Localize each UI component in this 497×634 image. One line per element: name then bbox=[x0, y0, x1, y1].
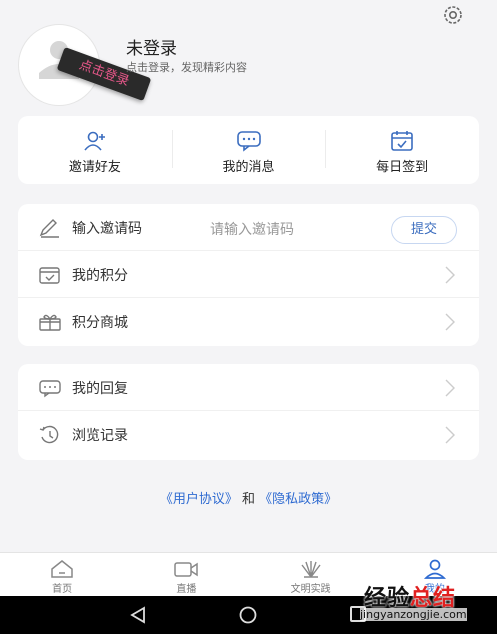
calendar-check-icon bbox=[391, 131, 413, 151]
submit-button[interactable]: 提交 bbox=[391, 216, 457, 244]
video-camera-icon bbox=[174, 562, 199, 577]
chevron-right-icon bbox=[445, 379, 455, 397]
policy-and-text: 和 bbox=[241, 492, 255, 507]
points-mall-label: 积分商城 bbox=[72, 315, 128, 331]
browse-history-row[interactable]: 浏览记录 bbox=[18, 411, 479, 457]
gift-icon bbox=[39, 314, 61, 331]
privacy-policy-link[interactable]: 《隐私政策》 bbox=[259, 492, 337, 507]
invite-friends-button[interactable]: 邀请好友 bbox=[18, 116, 172, 184]
watermark-url: jingyanzongjie.com bbox=[360, 608, 467, 621]
chevron-right-icon bbox=[445, 426, 455, 444]
daily-checkin-button[interactable]: 每日签到 bbox=[325, 116, 479, 184]
chat-bubble-icon bbox=[39, 380, 61, 398]
browse-history-label: 浏览记录 bbox=[72, 428, 128, 444]
tab-home-label: 首页 bbox=[52, 584, 73, 595]
tab-civilization-practice-label: 文明实践 bbox=[290, 584, 331, 595]
quick-actions-card: 邀请好友 我的消息 每日签到 bbox=[18, 116, 479, 184]
username[interactable]: 未登录 bbox=[126, 34, 177, 59]
daily-checkin-label: 每日签到 bbox=[376, 160, 429, 175]
my-points-row[interactable]: 我的积分 bbox=[18, 251, 479, 298]
policy-links: 《用户协议》 和 《隐私政策》 bbox=[0, 488, 497, 507]
my-points-label: 我的积分 bbox=[72, 268, 128, 284]
sunburst-icon bbox=[301, 561, 321, 578]
login-hint: 点击登录，发现精彩内容 bbox=[126, 61, 247, 74]
message-icon bbox=[236, 131, 261, 152]
watermark: 经验总结 jingyanzongjie.com bbox=[356, 578, 486, 624]
my-messages-button[interactable]: 我的消息 bbox=[171, 116, 326, 184]
calendar-check-icon bbox=[39, 267, 60, 284]
settings-gear-icon[interactable] bbox=[440, 4, 466, 26]
tab-home[interactable]: 首页 bbox=[0, 553, 124, 597]
tab-live-label: 直播 bbox=[176, 584, 197, 595]
my-replies-row[interactable]: 我的回复 bbox=[18, 364, 479, 411]
activity-menu-card: 我的回复 浏览记录 bbox=[18, 364, 479, 460]
home-circle-icon[interactable] bbox=[238, 606, 258, 624]
home-icon bbox=[51, 560, 73, 578]
invite-code-input[interactable]: 请输入邀请码 bbox=[210, 219, 294, 239]
chevron-right-icon bbox=[445, 266, 455, 284]
tab-live[interactable]: 直播 bbox=[124, 553, 248, 597]
back-triangle-icon[interactable] bbox=[128, 606, 148, 624]
chevron-right-icon bbox=[445, 313, 455, 331]
my-messages-label: 我的消息 bbox=[222, 160, 275, 175]
points-mall-row[interactable]: 积分商城 bbox=[18, 298, 479, 344]
add-user-icon bbox=[84, 131, 105, 151]
user-icon bbox=[423, 559, 446, 579]
points-menu-card: 输入邀请码 请输入邀请码 提交 我的积分 积分商城 bbox=[18, 204, 479, 346]
pencil-icon bbox=[39, 219, 59, 238]
invite-code-label: 输入邀请码 bbox=[72, 221, 142, 237]
invite-friends-label: 邀请好友 bbox=[68, 160, 121, 175]
user-agreement-link[interactable]: 《用户协议》 bbox=[160, 492, 238, 507]
history-clock-icon bbox=[39, 425, 59, 444]
my-replies-label: 我的回复 bbox=[72, 381, 128, 397]
tab-civilization-practice[interactable]: 文明实践 bbox=[249, 553, 373, 597]
invite-code-row: 输入邀请码 请输入邀请码 提交 bbox=[18, 204, 479, 251]
